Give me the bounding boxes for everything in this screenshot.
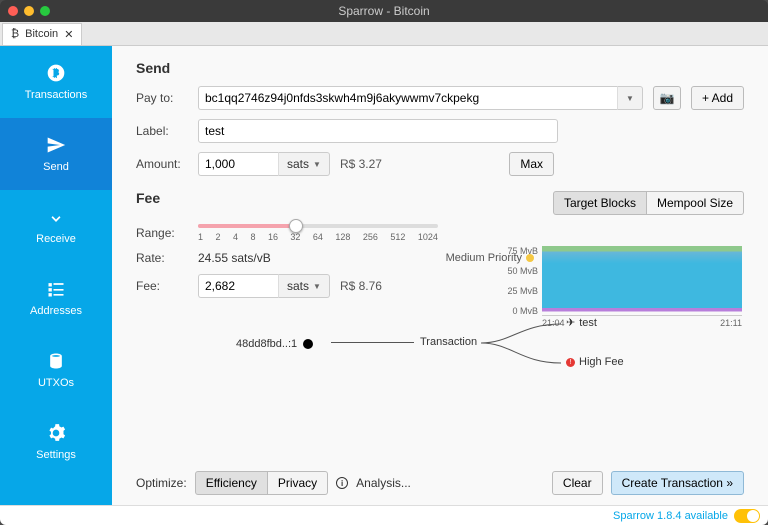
sidebar-item-transactions[interactable]: Transactions (0, 46, 112, 118)
addresses-icon (46, 279, 66, 299)
sidebar-label: Transactions (25, 89, 88, 101)
sidebar-item-receive[interactable]: Receive (0, 190, 112, 262)
amount-label: Amount: (136, 157, 188, 171)
warning-dot-icon: ! (566, 358, 575, 367)
titlebar: Sparrow - Bitcoin (0, 0, 768, 22)
diagram-output-1: test (579, 317, 597, 329)
diagram-output-2: High Fee (579, 356, 624, 368)
send-heading: Send (136, 60, 744, 76)
clear-button[interactable]: Clear (552, 471, 603, 495)
rate-value: 24.55 sats/vB (198, 251, 271, 265)
chevron-down-icon: ▼ (626, 94, 634, 103)
close-tab-icon[interactable]: ✕ (64, 28, 73, 41)
sidebar: Transactions Send Receive Addresses UTXO… (0, 46, 112, 505)
optimize-efficiency-button[interactable]: Efficiency (195, 471, 268, 495)
diagram-input: 48dd8fbd..:1 (236, 338, 297, 350)
sidebar-label: Receive (36, 233, 76, 245)
tx-diagram: 48dd8fbd..:1 Transaction ✈ test ! High Fee (136, 316, 744, 376)
chevron-down-icon: ▼ (313, 160, 321, 169)
amount-unit-select[interactable]: sats▼ (278, 152, 330, 176)
sidebar-item-settings[interactable]: Settings (0, 406, 112, 478)
close-window-button[interactable] (8, 6, 18, 16)
status-toggle[interactable] (734, 509, 760, 523)
amount-converted: R$ 3.27 (340, 157, 382, 171)
max-button[interactable]: Max (509, 152, 554, 176)
gear-icon (46, 423, 66, 443)
target-blocks-tab[interactable]: Target Blocks (553, 191, 647, 215)
sidebar-item-send[interactable]: Send (0, 118, 112, 190)
node-dot-icon (303, 339, 313, 349)
range-label: Range: (136, 226, 188, 240)
sidebar-item-utxos[interactable]: UTXOs (0, 334, 112, 406)
info-icon: i (336, 477, 348, 489)
fee-converted: R$ 8.76 (340, 279, 382, 293)
maximize-window-button[interactable] (40, 6, 50, 16)
minimize-window-button[interactable] (24, 6, 34, 16)
create-transaction-button[interactable]: Create Transaction » (611, 471, 744, 495)
camera-button[interactable]: 📷 (653, 86, 681, 110)
slider-ticks: 12481632641282565121024 (198, 232, 438, 242)
sidebar-label: Addresses (30, 305, 82, 317)
fee-input[interactable] (198, 274, 278, 298)
optimize-label: Optimize: (136, 476, 187, 490)
status-text[interactable]: Sparrow 1.8.4 available (613, 510, 728, 522)
diagram-tx: Transaction (418, 336, 479, 348)
mempool-size-tab[interactable]: Mempool Size (647, 191, 744, 215)
payto-input[interactable] (198, 86, 617, 110)
rate-label: Rate: (136, 251, 188, 265)
label-input[interactable] (198, 119, 558, 143)
main-panel: Send Pay to: ▼ 📷 + Add Label: Amount: sa… (112, 46, 768, 505)
send-icon (46, 135, 66, 155)
window-title: Sparrow - Bitcoin (338, 4, 429, 18)
tab-strip: ₿ Bitcoin ✕ (0, 22, 768, 46)
sidebar-label: UTXOs (38, 377, 74, 389)
slider-thumb[interactable] (289, 219, 303, 233)
add-payto-button[interactable]: + Add (691, 86, 744, 110)
fee-unit-select[interactable]: sats▼ (278, 274, 330, 298)
payto-label: Pay to: (136, 91, 188, 105)
sidebar-item-addresses[interactable]: Addresses (0, 262, 112, 334)
fee-heading: Fee (136, 190, 160, 206)
tab-label: Bitcoin (25, 28, 58, 40)
camera-icon: 📷 (659, 91, 674, 105)
fee-label: Fee: (136, 279, 188, 293)
payto-dropdown[interactable]: ▼ (617, 86, 643, 110)
receive-icon (46, 207, 66, 227)
optimize-privacy-button[interactable]: Privacy (268, 471, 328, 495)
label-label: Label: (136, 124, 188, 138)
send-icon: ✈ (566, 316, 575, 329)
sidebar-label: Send (43, 161, 69, 173)
analysis-link[interactable]: Analysis... (356, 476, 411, 490)
chevron-down-icon: ▼ (313, 282, 321, 291)
status-bar: Sparrow 1.8.4 available (0, 505, 768, 525)
wallet-tab[interactable]: ₿ Bitcoin ✕ (2, 23, 82, 45)
fee-range-slider[interactable] (198, 224, 438, 228)
amount-input[interactable] (198, 152, 278, 176)
bitcoin-icon: ₿ (11, 28, 19, 40)
sidebar-label: Settings (36, 449, 76, 461)
bitcoin-icon (46, 63, 66, 83)
utxos-icon (46, 351, 66, 371)
